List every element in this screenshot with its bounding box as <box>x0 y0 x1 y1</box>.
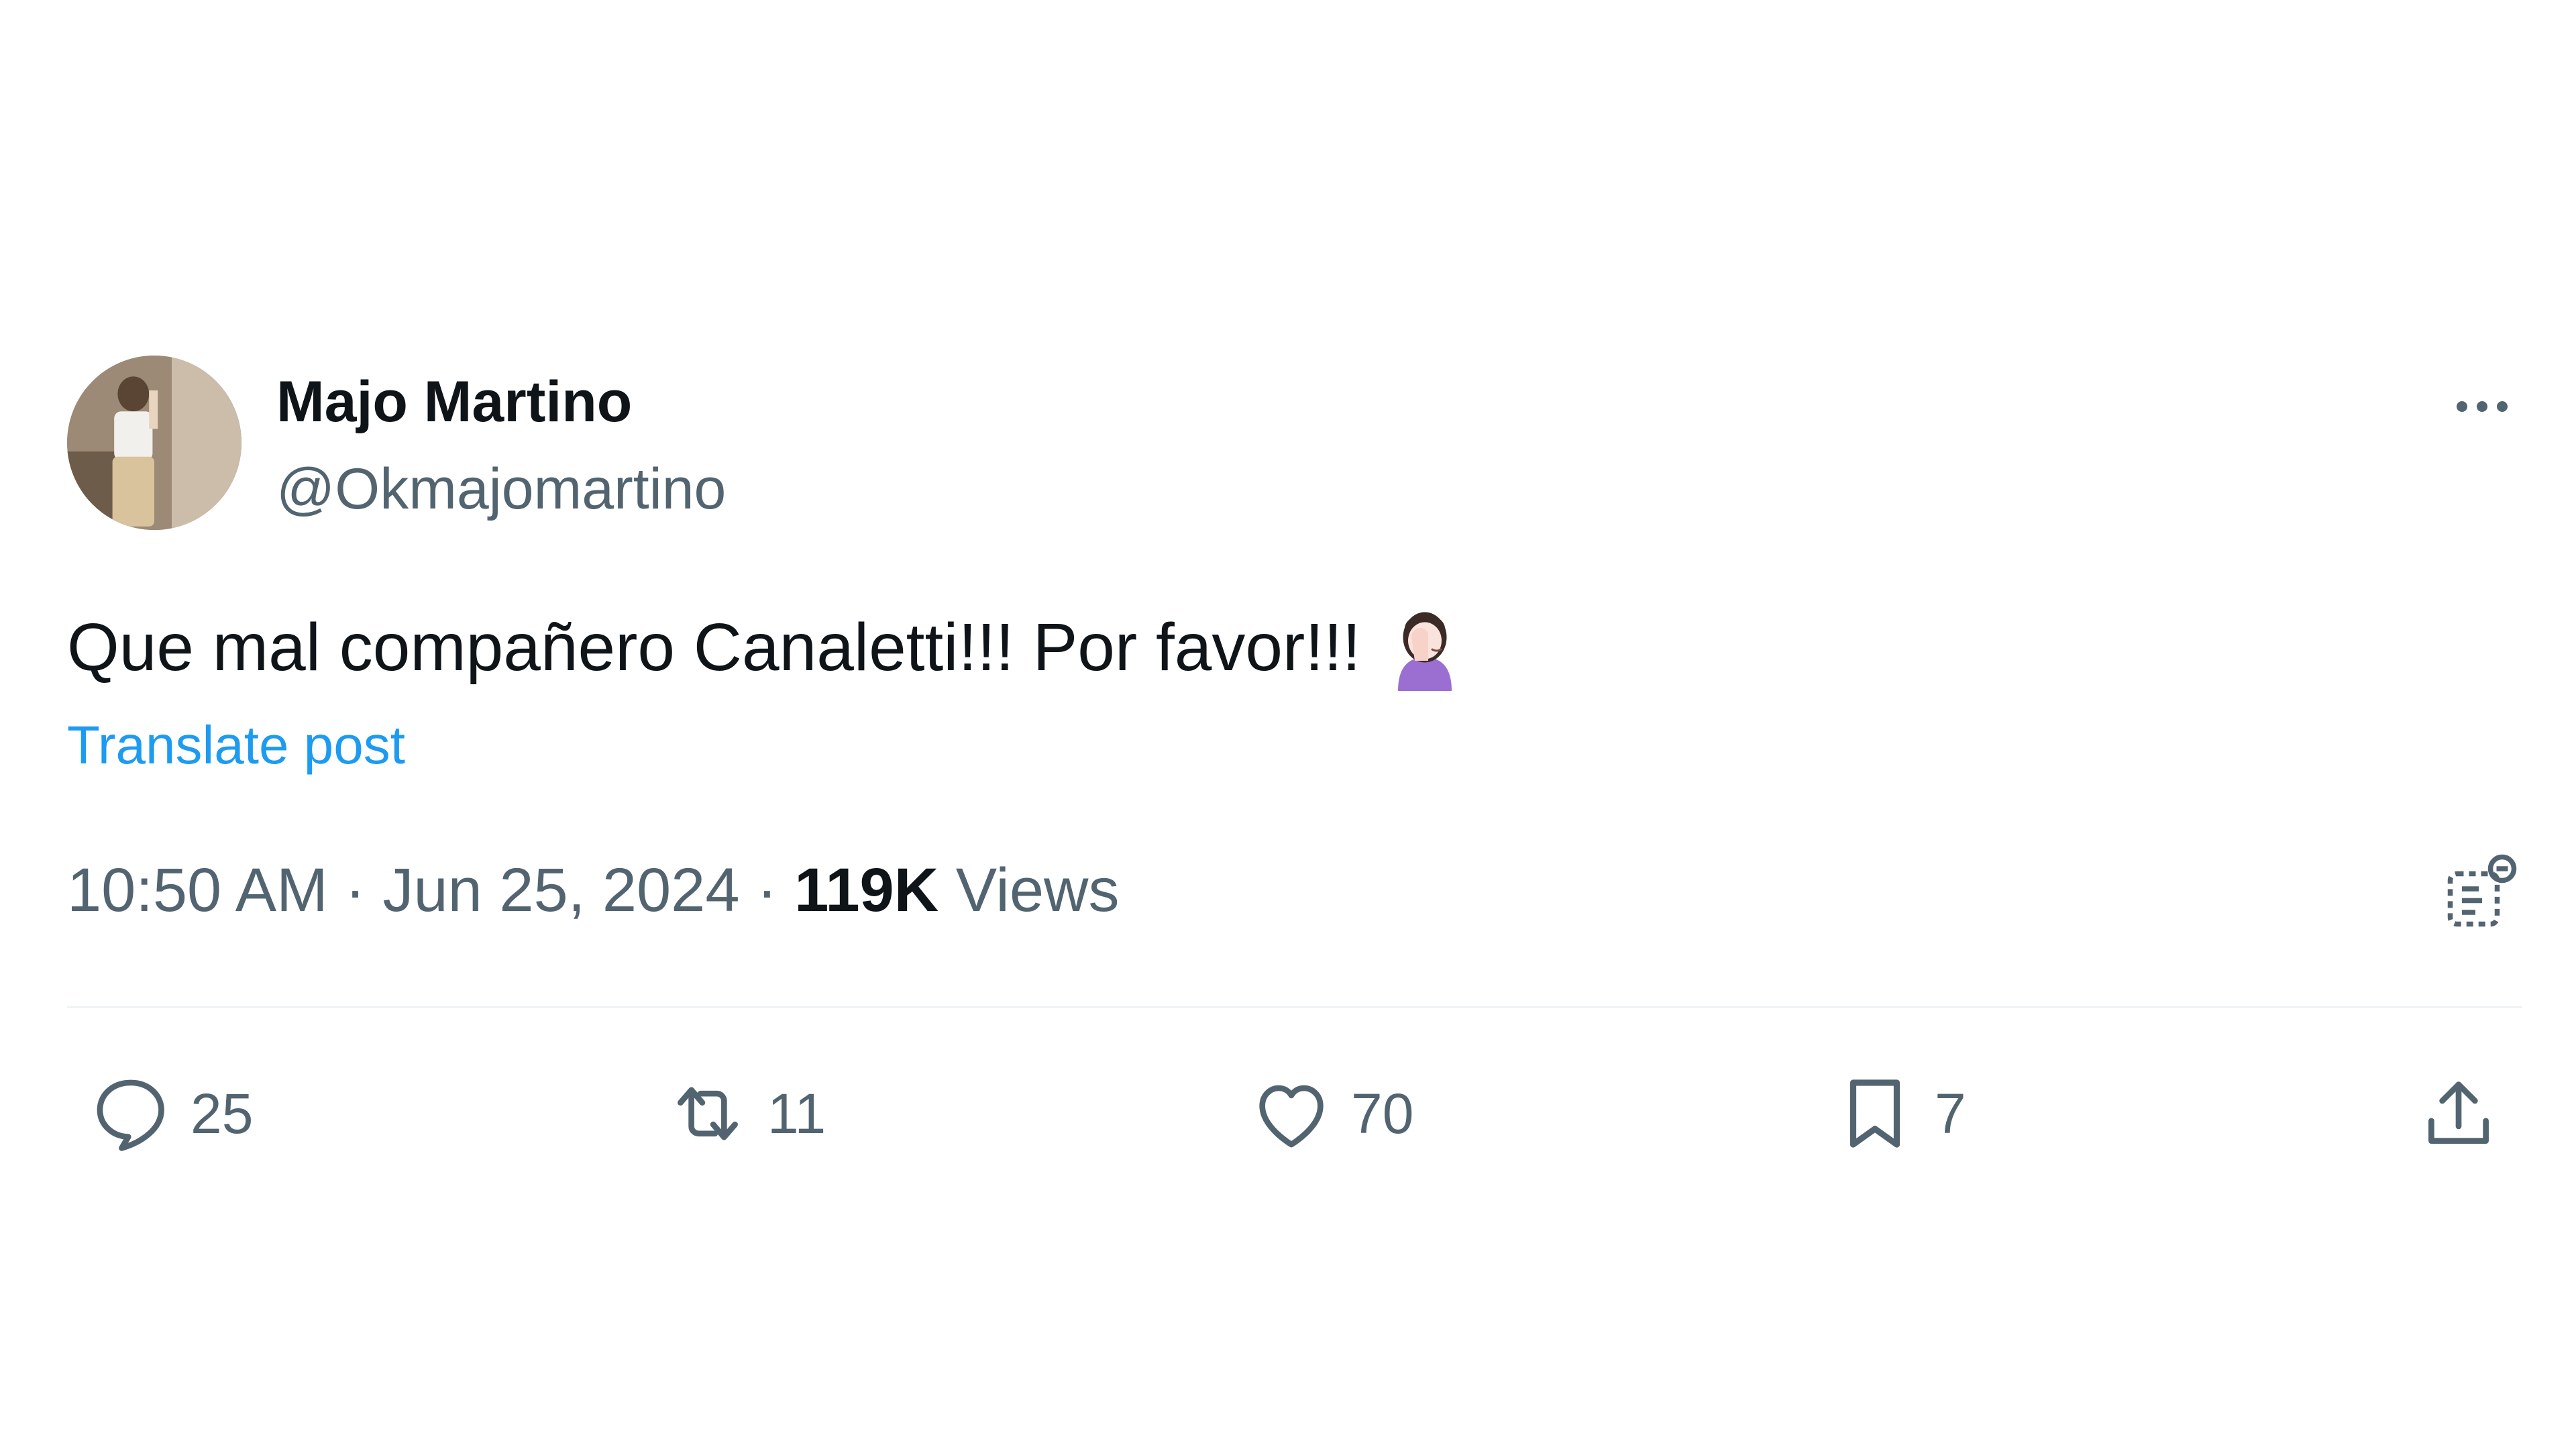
bookmark-count: 7 <box>1935 1081 1966 1145</box>
views-label: Views <box>955 856 1120 924</box>
dot <box>2497 401 2508 412</box>
repost-button[interactable]: 11 <box>664 1067 826 1161</box>
post-date[interactable]: Jun 25, 2024 <box>382 856 739 924</box>
reply-icon <box>97 1079 164 1151</box>
post-time[interactable]: 10:50 AM <box>67 856 328 924</box>
action-bar: 25 11 70 7 <box>87 1067 2522 1161</box>
repost-icon <box>678 1087 738 1140</box>
heart-icon <box>1259 1085 1324 1148</box>
dot <box>2457 401 2467 412</box>
bookmark-icon <box>1849 1079 1900 1148</box>
repost-count: 11 <box>767 1081 826 1145</box>
divider <box>67 1006 2522 1008</box>
post-analytics-icon[interactable] <box>2442 852 2522 932</box>
share-icon <box>2428 1081 2489 1144</box>
reply-count: 25 <box>191 1081 254 1145</box>
tweet-card: Majo Martino @Okmajomartino Que mal comp… <box>67 356 2522 1228</box>
like-button[interactable]: 70 <box>1248 1067 1413 1161</box>
meta-separator: · <box>757 856 777 924</box>
post-metadata: 10:50 AM · Jun 25, 2024 · 119K Views <box>67 855 1119 926</box>
post-text: Que mal compañero Canaletti!!! Por favor… <box>67 604 1462 691</box>
like-count: 70 <box>1351 1081 1414 1145</box>
user-display-name[interactable]: Majo Martino <box>276 369 632 435</box>
bookmark-button[interactable]: 7 <box>1831 1067 1966 1161</box>
user-handle[interactable]: @Okmajomartino <box>276 456 726 523</box>
reply-button[interactable]: 25 <box>87 1067 253 1161</box>
more-options-icon[interactable] <box>2442 380 2522 433</box>
avatar[interactable] <box>67 356 241 530</box>
post-text-body: Que mal compañero Canaletti!!! Por favor… <box>67 609 1361 685</box>
meta-separator: · <box>345 856 366 924</box>
translate-post-link[interactable]: Translate post <box>67 714 405 776</box>
share-button[interactable] <box>2415 1067 2502 1161</box>
dot <box>2477 401 2487 412</box>
woman-facepalming-emoji-icon <box>1388 604 1462 691</box>
views-count: 119K <box>794 856 939 924</box>
